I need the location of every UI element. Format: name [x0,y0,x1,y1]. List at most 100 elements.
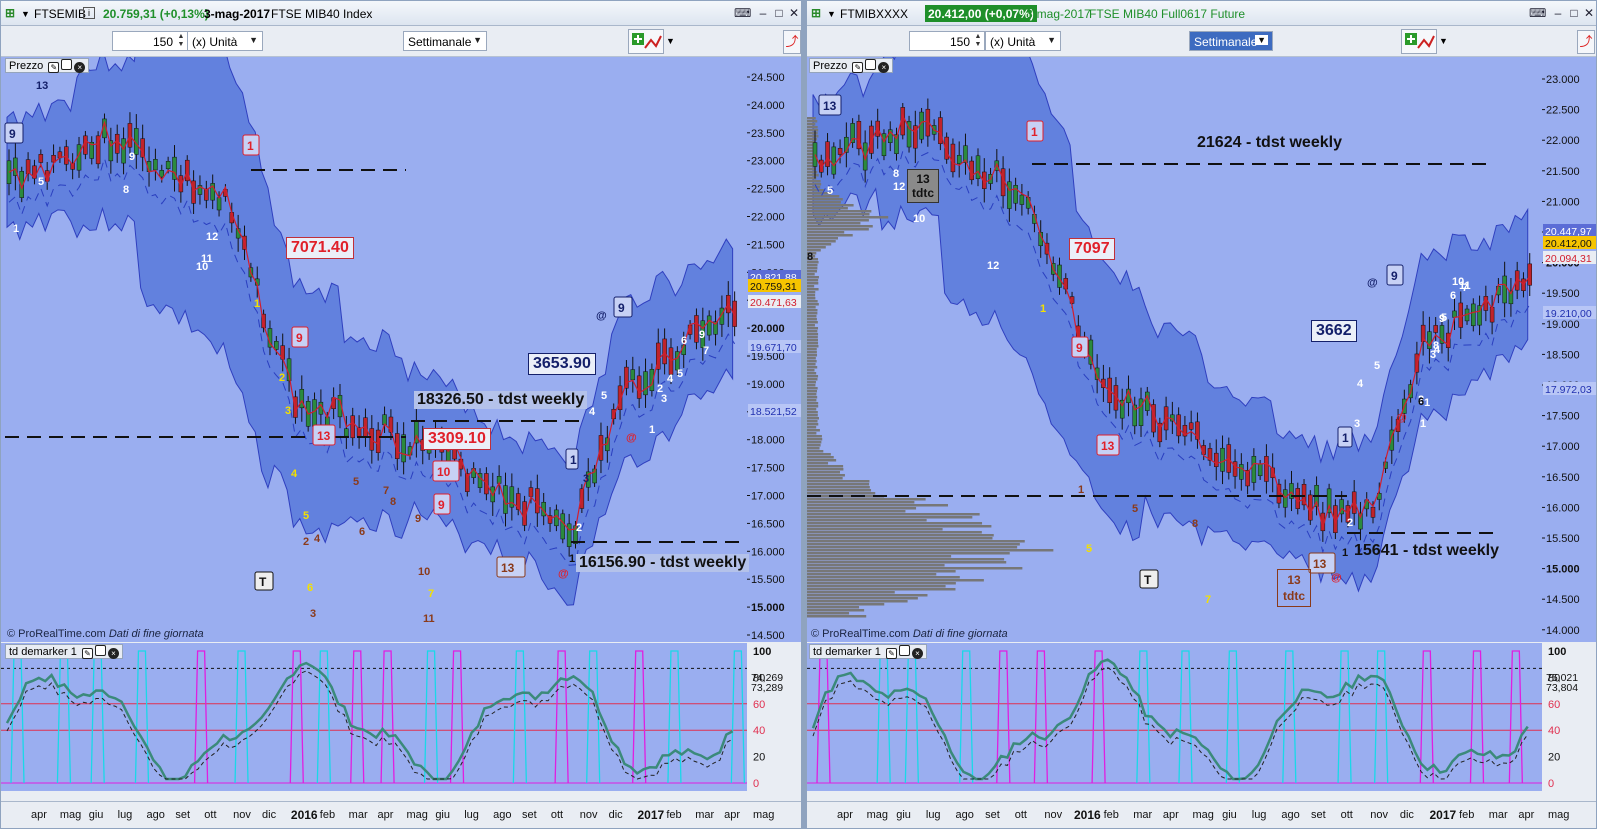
maximize-button[interactable]: □ [771,6,787,20]
time-axis-label: ago [955,809,974,821]
chart-app-icon: ⊞ [811,6,822,20]
time-axis-label: giu [1222,809,1237,821]
period-dropdown[interactable]: Settimanale ▼ [1189,31,1273,51]
time-axis-label: dic [1399,809,1414,821]
volume-profile-bar [807,210,872,213]
price-tick-label: 16.000 [751,546,785,558]
wrench-icon[interactable]: ✎ [48,62,60,73]
indicator-tag-b: 73,804 [1546,682,1578,694]
price-tick-label: 21.500 [1546,166,1580,178]
indicator-label-text: td demarker 1 [9,646,77,658]
time-axis-label: feb [1459,809,1475,821]
window-icon[interactable] [865,59,877,70]
candle-body [1527,263,1532,286]
close-icon[interactable]: × [107,648,119,659]
volume-profile-bar [807,561,1007,564]
time-axis-label: lug [117,809,133,821]
keyboard-icon[interactable]: ⌨ [734,6,751,20]
window-icon[interactable] [898,645,910,656]
chevron-down-icon: ▼ [249,35,258,45]
volume-profile-bar [807,513,980,516]
close-icon[interactable]: × [878,62,890,73]
volume-profile-bar [807,297,816,300]
period-value: Settimanale [1194,35,1258,49]
indicator-background [1,643,801,791]
minimize-button[interactable]: – [755,6,771,20]
bars-count-input[interactable]: 150 ▲ ▼ [112,31,188,51]
volume-profile-bar [807,501,915,504]
time-axis-label: set [985,809,1000,821]
left-indicator-chart[interactable]: 10080604020074,26973,289 [1,643,802,791]
keyboard-icon[interactable]: ⌨ [1529,6,1546,20]
side-tool-icon[interactable]: ⤴ [1577,30,1595,54]
bars-count-input[interactable]: 150 ▲ ▼ [909,31,985,51]
td-count-label: 8 [123,184,129,196]
close-icon[interactable]: × [911,648,923,659]
maximize-button[interactable]: □ [1566,6,1582,20]
volume-profile-bar [807,225,873,228]
close-icon[interactable]: × [74,62,86,73]
left-indicator-label: td demarker 1 ✎ × [5,644,123,659]
right-symbol[interactable]: FTMIBXXXX [840,7,908,21]
td-count-label: 1 [254,298,260,310]
volume-profile-bar [807,318,817,321]
wrench-icon[interactable]: ✎ [852,62,864,73]
tools-menu-chevron-icon[interactable]: ▼ [1439,36,1448,46]
price-tick-label: 14.500 [751,630,785,642]
spin-arrows-icon[interactable]: ▲ ▼ [973,33,983,49]
wrench-icon[interactable]: ✎ [81,648,93,659]
volume-profile-bar [807,126,818,129]
symbol-dropdown-icon[interactable]: ▼ [827,9,836,19]
td-count-label: 3 [285,405,291,417]
candle-body [64,146,69,165]
td-count-label: 9 [699,329,705,341]
volume-profile-bar [807,117,816,120]
side-tool-icon[interactable]: ⤴ [783,30,801,54]
price-label-text: Prezzo [813,60,848,72]
td-count-label: @ [1331,572,1342,584]
units-value: (x) Unità [192,35,238,49]
period-dropdown[interactable]: Settimanale ▼ [403,31,487,51]
wrench-icon[interactable]: ✎ [885,648,897,659]
window-icon[interactable] [61,59,73,70]
volume-profile-bar [807,282,819,285]
price-tick-label: 23.000 [1546,74,1580,86]
tdst-low-label: 15641 - tdst weekly [1354,542,1499,559]
candle-body [1458,302,1464,328]
volume-profile-bar [807,519,927,522]
left-instrument-name: FTSE MIB40 Index [271,7,373,21]
price-tick-label: 21.000 [1546,196,1580,208]
symbol-dropdown-icon[interactable]: ▼ [21,9,30,19]
tools-menu-chevron-icon[interactable]: ▼ [666,36,675,46]
td-marker-text: 1 [247,139,254,153]
units-dropdown[interactable]: (x) Unità ▼ [187,31,263,51]
td-count-label: 12 [206,231,218,243]
volume-profile-bar [807,204,854,207]
left-symbol[interactable]: FTSEMIB [34,7,86,21]
window-icon[interactable] [94,645,106,656]
candle-body [382,414,387,426]
spin-arrows-icon[interactable]: ▲ ▼ [176,33,186,49]
volume-profile-bar [807,447,820,450]
close-button[interactable]: ✕ [786,6,801,20]
volume-profile-bar [807,420,818,423]
td-count-label: 5 [827,185,833,197]
volume-profile-bar [807,594,928,597]
td-count-label: 7 [428,588,434,600]
right-indicator-chart[interactable]: 10080604020075,02173,804 [807,643,1597,791]
volume-profile-bar [807,435,822,438]
minimize-button[interactable]: – [1550,6,1566,20]
td-count-label: 3 [1354,418,1360,430]
td-marker-text: 13 [823,99,837,113]
time-axis-label: nov [233,809,251,821]
info-icon[interactable]: i [83,7,95,19]
right-titlebar: ⊞ ▼ FTMIBXXXX 20.412,00 (+0,07%) 3-mag-2… [807,1,1596,26]
drawing-tools-button[interactable] [628,29,664,54]
volume-profile-bar [807,585,946,588]
volume-profile-bar [807,471,840,474]
close-button[interactable]: ✕ [1581,6,1596,20]
time-axis-label: mar [1488,809,1508,821]
units-dropdown[interactable]: (x) Unità ▼ [985,31,1061,51]
drawing-tools-button[interactable] [1401,29,1437,54]
bars-count-value: 150 [949,35,970,49]
